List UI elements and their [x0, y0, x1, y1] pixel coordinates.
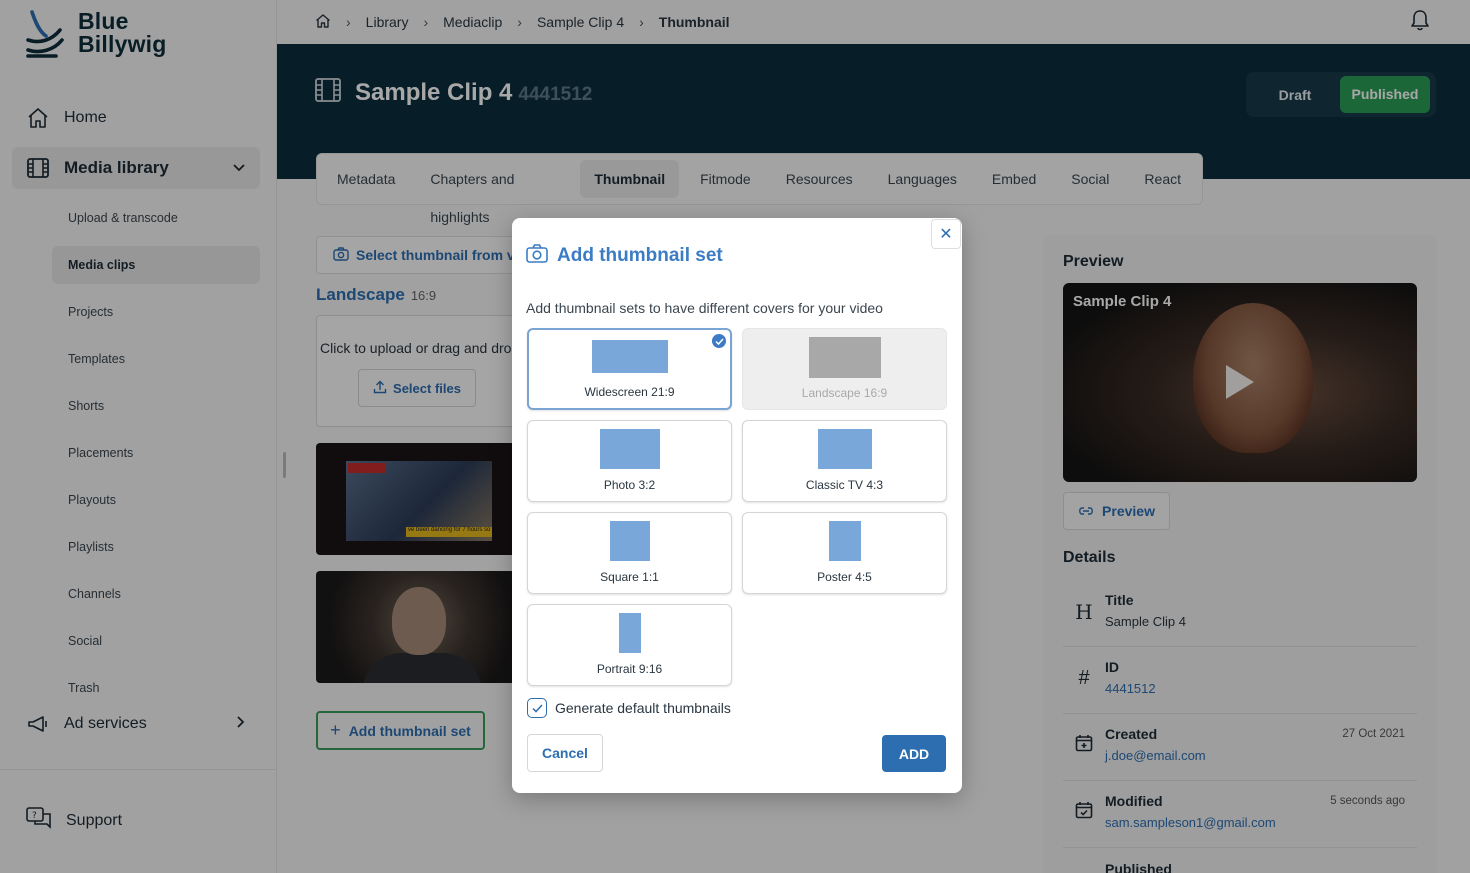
option-landscape-16-9: Landscape 16:9: [742, 328, 947, 410]
option-classic-tv-4-3[interactable]: Classic TV 4:3: [742, 420, 947, 502]
option-label: Widescreen 21:9: [584, 385, 675, 399]
option-label: Classic TV 4:3: [805, 478, 884, 492]
aspect-shape: [817, 429, 872, 469]
option-widescreen-21-9[interactable]: Widescreen 21:9: [527, 328, 732, 410]
generate-default-row: Generate default thumbnails: [527, 698, 731, 718]
aspect-shape: [609, 521, 650, 561]
aspect-shape: [828, 521, 861, 561]
aspect-shape: [599, 429, 660, 469]
add-thumbnail-set-dialog: ✕ Add thumbnail set Add thumbnail sets t…: [512, 218, 962, 793]
option-label: Landscape 16:9: [801, 386, 888, 400]
dialog-description: Add thumbnail sets to have different cov…: [526, 300, 883, 316]
generate-default-checkbox[interactable]: [527, 698, 547, 718]
option-square-1-1[interactable]: Square 1:1: [527, 512, 732, 594]
option-label: Photo 3:2: [603, 478, 656, 492]
option-label: Poster 4:5: [817, 570, 872, 584]
generate-default-label[interactable]: Generate default thumbnails: [555, 700, 731, 716]
dialog-header: Add thumbnail set: [526, 244, 723, 268]
close-icon[interactable]: ✕: [931, 219, 961, 249]
camera-icon: [526, 244, 548, 268]
option-photo-3-2[interactable]: Photo 3:2: [527, 420, 732, 502]
cancel-button[interactable]: Cancel: [527, 734, 603, 772]
option-portrait-9-16[interactable]: Portrait 9:16: [527, 604, 732, 686]
option-label: Square 1:1: [600, 570, 659, 584]
aspect-shape: [618, 613, 641, 653]
aspect-shape: [591, 340, 668, 373]
check-icon: [712, 334, 726, 348]
option-label: Portrait 9:16: [596, 662, 663, 676]
option-poster-4-5[interactable]: Poster 4:5: [742, 512, 947, 594]
dialog-title: Add thumbnail set: [557, 245, 723, 266]
aspect-shape: [808, 337, 881, 378]
add-button[interactable]: ADD: [882, 735, 946, 772]
